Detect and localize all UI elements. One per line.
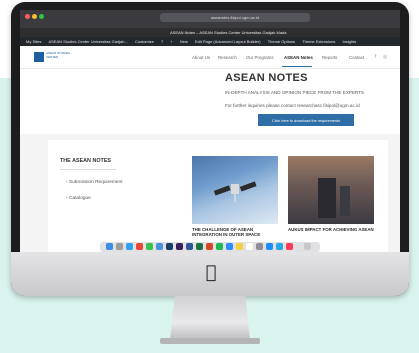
post-thumbnail-satellite[interactable] bbox=[192, 156, 278, 224]
settings-icon[interactable] bbox=[256, 243, 263, 250]
admin-bar-item[interactable]: + bbox=[170, 39, 172, 44]
telegram-icon[interactable] bbox=[276, 243, 283, 250]
word-icon[interactable] bbox=[186, 243, 193, 250]
finder-icon[interactable] bbox=[106, 243, 113, 250]
powerpoint-icon[interactable] bbox=[206, 243, 213, 250]
notes-icon[interactable] bbox=[236, 243, 243, 250]
post-title[interactable]: AUKUS IMPACT FOR ACHIEVING ASEAN bbox=[288, 227, 374, 232]
tab-active[interactable]: ASEAN Notes – ASEAN Studies Center Unive… bbox=[170, 28, 287, 37]
sidebar-title: THE ASEAN NOTES bbox=[60, 158, 112, 164]
sidebar-item-submission-requirement[interactable]: › Submission Requirement bbox=[66, 180, 123, 185]
sidebar-item-label: Catalogue bbox=[68, 196, 91, 201]
admin-bar-item[interactable]: Insights bbox=[342, 39, 356, 44]
contact-text: For further inquiries please contact res… bbox=[225, 103, 360, 108]
instagram-icon[interactable]: ◎ bbox=[383, 54, 387, 60]
screen: aseanotes.fisipol.ugm.ac.id ASEAN Notes … bbox=[20, 10, 400, 252]
page-title: ASEAN NOTES bbox=[225, 72, 308, 84]
minimize-window-icon[interactable] bbox=[32, 14, 37, 19]
apple-logo-icon:  bbox=[203, 264, 219, 282]
imac-stand-foot bbox=[160, 338, 260, 344]
excel-icon[interactable] bbox=[196, 243, 203, 250]
launchpad-icon[interactable] bbox=[116, 243, 123, 250]
wp-admin-bar: My Sites ASEAN Studies Center Universita… bbox=[20, 37, 400, 46]
satellite-icon bbox=[213, 181, 257, 202]
admin-bar-item[interactable]: Edit Page (Advanced Layout Builder) bbox=[195, 39, 261, 44]
safari-icon[interactable] bbox=[126, 243, 133, 250]
nav-our-programs[interactable]: Our Programs bbox=[246, 55, 274, 60]
app-store-icon[interactable] bbox=[266, 243, 273, 250]
zoom-icon[interactable] bbox=[226, 243, 233, 250]
admin-bar-item[interactable]: ASEAN Studies Center Universitas Gadjah.… bbox=[48, 39, 127, 44]
site-logo-text: ASEAN STUDIES CENTER bbox=[46, 51, 71, 59]
calendar-icon[interactable] bbox=[246, 243, 253, 250]
close-window-icon[interactable] bbox=[25, 14, 30, 19]
admin-bar-item[interactable]: 7 bbox=[161, 39, 163, 44]
admin-bar-item[interactable]: Customize bbox=[135, 39, 154, 44]
maximize-window-icon[interactable] bbox=[39, 14, 44, 19]
premiere-icon[interactable] bbox=[176, 243, 183, 250]
post-thumbnail-submarine[interactable] bbox=[288, 156, 374, 224]
browser-toolbar: aseanotes.fisipol.ugm.ac.id bbox=[20, 10, 400, 28]
admin-bar-item[interactable]: Theme Options bbox=[268, 39, 295, 44]
tab-strip: ASEAN Notes – ASEAN Studies Center Unive… bbox=[20, 28, 400, 37]
site-header: ASEAN STUDIES CENTER About Us Research O… bbox=[20, 46, 400, 69]
messages-icon[interactable] bbox=[146, 243, 153, 250]
facebook-icon[interactable]: f bbox=[375, 54, 376, 60]
admin-bar-item[interactable]: My Sites bbox=[26, 39, 41, 44]
sidebar-item-label: Submission Requirement bbox=[68, 180, 123, 185]
post-title[interactable]: THE CHALLENGE OF ASEAN INTEGRATION IN OU… bbox=[192, 227, 278, 237]
trash-icon[interactable] bbox=[304, 243, 311, 250]
download-requirements-button[interactable]: Click here to download the requirements bbox=[258, 114, 354, 126]
imac-stand bbox=[170, 296, 250, 340]
nav-reports[interactable]: Reports bbox=[322, 55, 337, 60]
nav-contact[interactable]: Contact bbox=[349, 55, 364, 60]
mail-icon[interactable] bbox=[156, 243, 163, 250]
sidebar-item-catalogue[interactable]: › Catalogue bbox=[66, 196, 91, 201]
submarine-icon bbox=[318, 178, 350, 218]
chrome-icon[interactable] bbox=[136, 243, 143, 250]
site-logo-icon[interactable] bbox=[34, 52, 44, 62]
macos-dock bbox=[100, 242, 320, 252]
page-subtitle: IN-DEPTH ANALYSIS AND OPINION PIECE FROM… bbox=[225, 90, 365, 95]
nav-active-indicator bbox=[282, 66, 312, 67]
address-bar[interactable]: aseanotes.fisipol.ugm.ac.id bbox=[160, 13, 310, 22]
photoshop-icon[interactable] bbox=[166, 243, 173, 250]
admin-bar-item[interactable]: New bbox=[180, 39, 188, 44]
music-icon[interactable] bbox=[286, 243, 293, 250]
nav-asean-notes[interactable]: ASEAN Notes bbox=[284, 55, 313, 60]
spotify-icon[interactable] bbox=[216, 243, 223, 250]
admin-bar-item[interactable]: Theme Extensions bbox=[302, 39, 335, 44]
sidebar-divider bbox=[60, 169, 116, 170]
nav-about-us[interactable]: About Us bbox=[192, 55, 210, 60]
nav-research[interactable]: Research bbox=[218, 55, 237, 60]
